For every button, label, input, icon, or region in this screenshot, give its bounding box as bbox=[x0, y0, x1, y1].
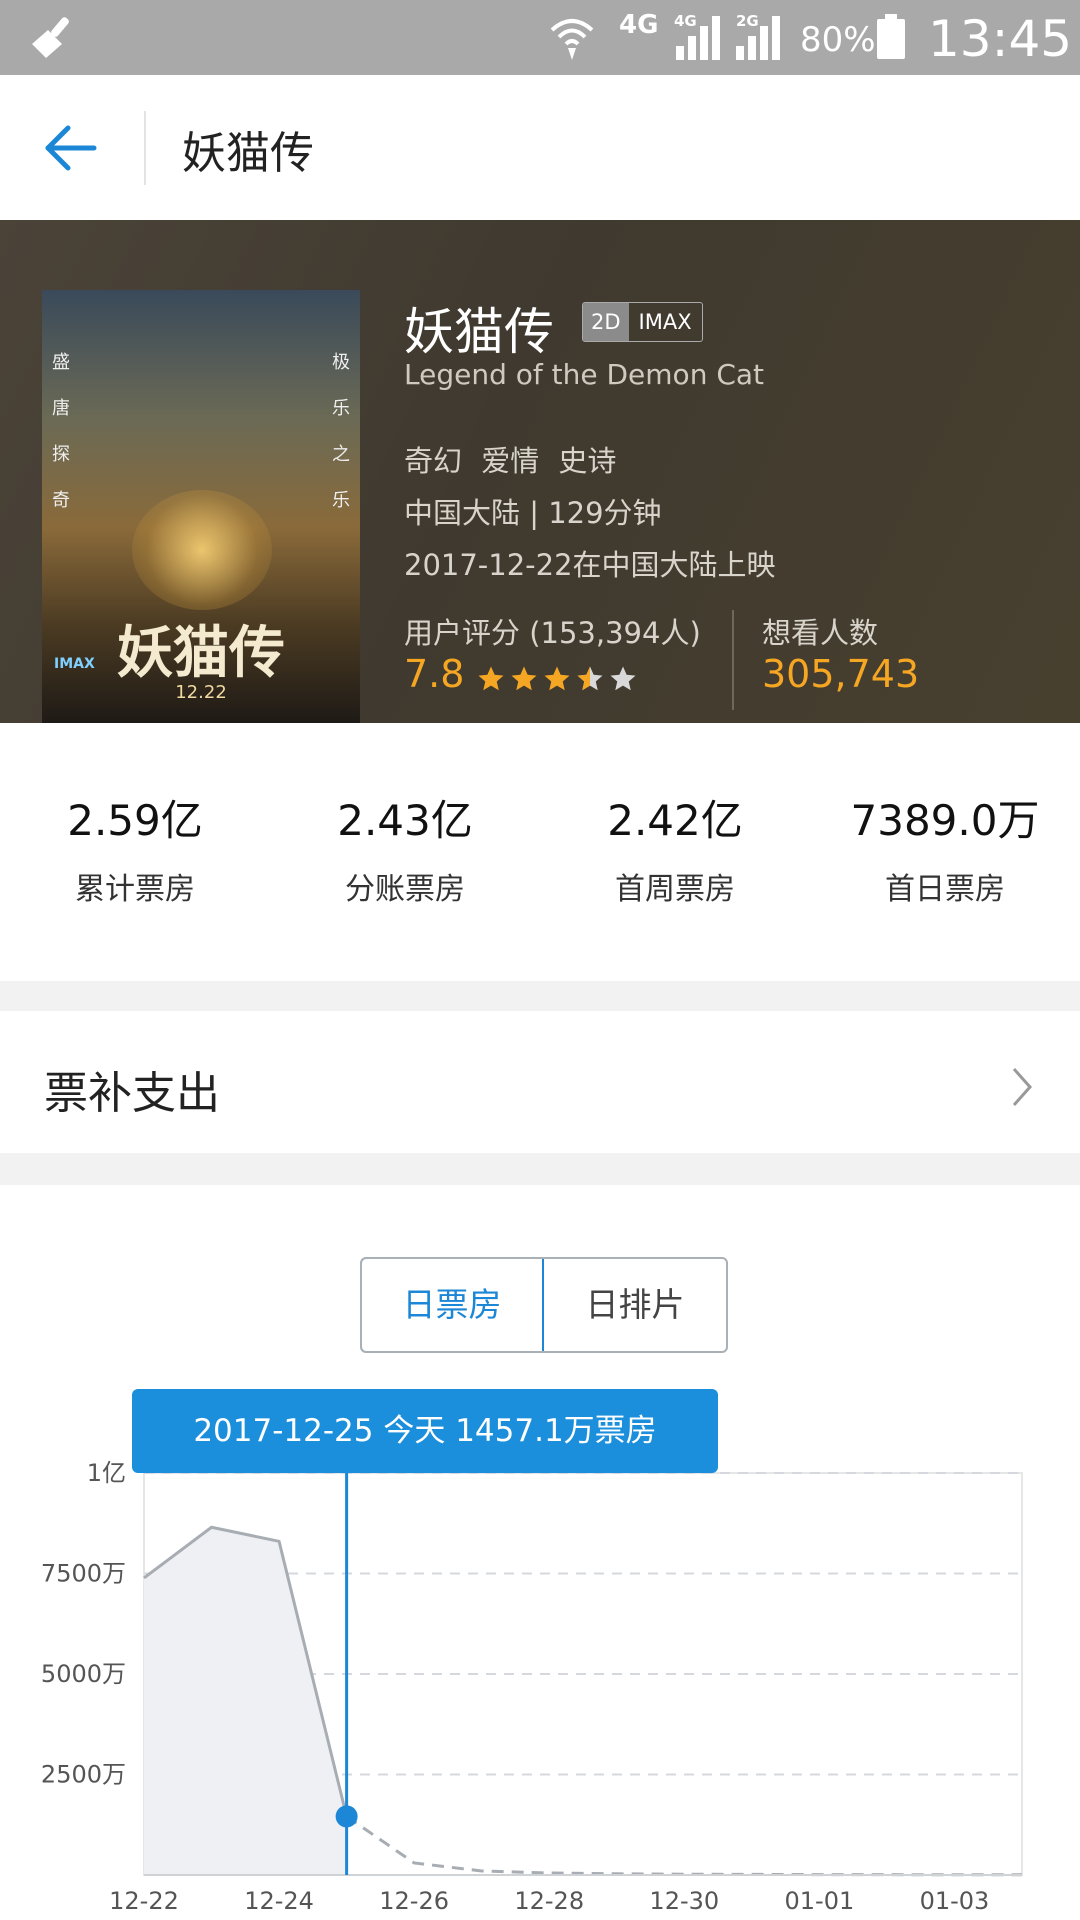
x-tick-label: 12-22 bbox=[109, 1887, 179, 1915]
stat-value: 2.42亿 bbox=[607, 796, 743, 845]
x-tick-label: 12-24 bbox=[244, 1887, 314, 1915]
subsidy-label: 票补支出 bbox=[44, 1068, 220, 1119]
stat-value: 7389.0万 bbox=[850, 796, 1040, 845]
header-divider bbox=[144, 111, 146, 185]
rating-score: 7.8 bbox=[404, 652, 465, 696]
series-line-forecast bbox=[345, 1815, 1022, 1877]
stat-value: 2.43亿 bbox=[337, 796, 473, 845]
x-tick-label: 01-01 bbox=[785, 1887, 855, 1915]
page-title: 妖猫传 bbox=[182, 128, 314, 179]
want-to-see-label: 想看人数 bbox=[762, 616, 879, 650]
star-full-icon bbox=[478, 666, 504, 691]
stat-label: 首周票房 bbox=[615, 872, 735, 907]
y-tick-label: 5000万 bbox=[41, 1660, 126, 1688]
star-full-icon bbox=[511, 666, 537, 691]
x-tick-label: 12-28 bbox=[514, 1887, 584, 1915]
hero-divider bbox=[732, 610, 734, 710]
rating-label: 用户评分 (153,394人) bbox=[404, 616, 701, 650]
star-half-icon bbox=[577, 666, 603, 691]
stat-first-week: 2.42亿 首周票房 bbox=[540, 787, 810, 908]
star-full-icon bbox=[544, 666, 570, 691]
stat-label: 首日票房 bbox=[885, 872, 1005, 907]
movie-hero: 盛唐探奇 极乐之乐 IMAX 妖猫传 12.22 妖猫传 2D IMAX Leg… bbox=[0, 220, 1080, 723]
tag-imax: IMAX bbox=[638, 310, 692, 334]
stat-label: 累计票房 bbox=[75, 872, 195, 907]
x-tick-label: 01-03 bbox=[920, 1887, 990, 1915]
poster-glow bbox=[132, 490, 272, 610]
y-tick-label: 7500万 bbox=[41, 1560, 126, 1588]
section-gap bbox=[0, 1153, 1080, 1185]
signal-icon bbox=[736, 16, 780, 60]
chart-tooltip: 2017-12-25 今天 1457.1万票房 bbox=[132, 1389, 718, 1473]
app-header: 妖猫传 bbox=[0, 75, 1080, 220]
section-gap bbox=[0, 981, 1080, 1011]
cleaner-icon bbox=[32, 17, 69, 58]
format-tags: 2D IMAX bbox=[582, 302, 703, 342]
stat-first-day: 7389.0万 首日票房 bbox=[810, 787, 1080, 908]
movie-origin-duration: 中国大陆 | 129分钟 bbox=[404, 496, 662, 530]
stat-label: 分账票房 bbox=[345, 872, 465, 907]
x-tick-label: 12-26 bbox=[379, 1887, 449, 1915]
battery-icon bbox=[877, 14, 905, 59]
movie-english-title: Legend of the Demon Cat bbox=[404, 358, 765, 391]
back-arrow-icon[interactable] bbox=[40, 117, 102, 179]
stat-value: 2.59亿 bbox=[67, 796, 203, 845]
stat-split: 2.43亿 分账票房 bbox=[270, 787, 540, 908]
subsidy-row[interactable]: 票补支出 bbox=[0, 1011, 1080, 1153]
box-office-chart[interactable]: 1亿 7500万 5000万 2500万 12-22 12-24 12-26 12-28 12-… bbox=[0, 1185, 1080, 1920]
poster-title: 妖猫传 bbox=[117, 620, 285, 686]
area-fill bbox=[144, 1527, 347, 1875]
poster-date: 12.22 bbox=[175, 682, 227, 703]
status-bar: 4G 4G 2G 80% 13:45 bbox=[0, 0, 1080, 75]
poster-side-text-right: 极乐之乐 bbox=[332, 352, 350, 511]
rating-stars bbox=[476, 664, 638, 694]
stat-total: 2.59亿 累计票房 bbox=[0, 787, 270, 908]
want-to-see-count: 305,743 bbox=[762, 652, 920, 696]
y-tick-label: 1亿 bbox=[87, 1459, 126, 1487]
clock: 13:45 bbox=[928, 10, 1073, 68]
chevron-right-icon bbox=[1012, 1068, 1033, 1106]
poster-side-text-left: 盛唐探奇 bbox=[52, 352, 70, 511]
movie-release-date: 2017-12-22在中国大陆上映 bbox=[404, 548, 776, 582]
box-office-stats: 2.59亿 累计票房 2.43亿 分账票房 2.42亿 首周票房 7389.0万… bbox=[0, 723, 1080, 981]
y-tick-label: 2500万 bbox=[41, 1761, 126, 1789]
network-type: 4G bbox=[619, 10, 659, 40]
wifi-icon bbox=[550, 19, 594, 60]
highlight-point bbox=[335, 1805, 358, 1828]
tag-2d: 2D bbox=[583, 303, 629, 341]
movie-genres: 奇幻 爱情 史诗 bbox=[404, 444, 617, 478]
star-empty-icon bbox=[610, 666, 636, 691]
movie-poster[interactable]: 盛唐探奇 极乐之乐 IMAX 妖猫传 12.22 bbox=[42, 290, 360, 723]
movie-title: 妖猫传 bbox=[404, 303, 554, 361]
x-tick-label: 12-30 bbox=[649, 1887, 719, 1915]
battery-percent: 80% bbox=[800, 20, 876, 60]
signal-icon bbox=[676, 16, 720, 60]
